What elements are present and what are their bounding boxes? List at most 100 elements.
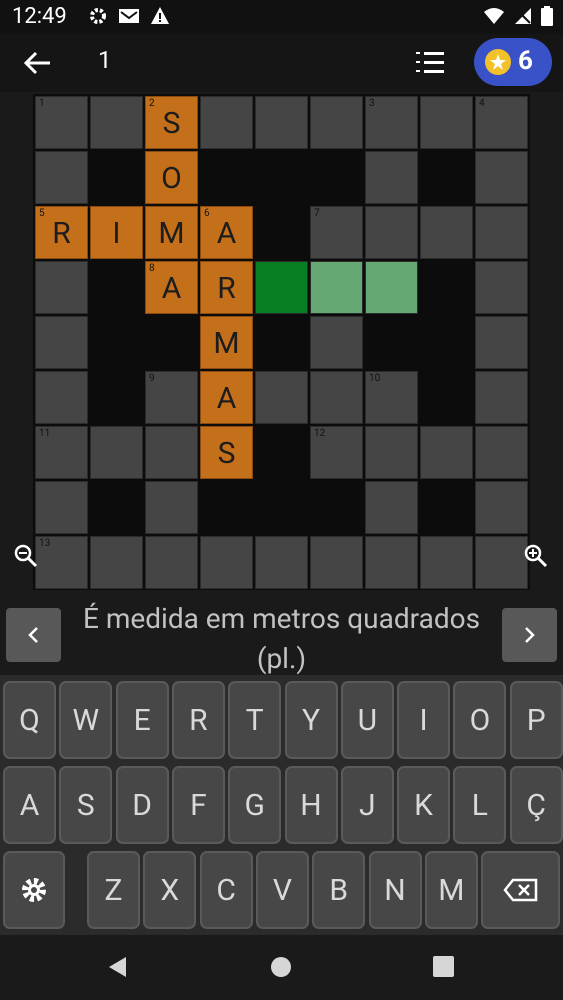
grid-cell[interactable]: A [200, 371, 253, 424]
grid-cell[interactable] [475, 206, 528, 259]
key-ç[interactable]: Ç [509, 766, 563, 844]
grid-cell[interactable] [420, 426, 473, 479]
grid-cell[interactable] [475, 316, 528, 369]
grid-cell[interactable] [90, 426, 143, 479]
previous-clue-button[interactable] [6, 608, 61, 662]
cell-letter: A [216, 381, 237, 416]
grid-cell[interactable]: I [90, 206, 143, 259]
nav-home-icon[interactable] [270, 956, 292, 978]
key-b[interactable]: B [312, 851, 366, 929]
nav-back-icon[interactable] [106, 955, 130, 979]
grid-cell[interactable] [475, 481, 528, 534]
backspace-key[interactable] [481, 851, 560, 929]
grid-cell[interactable] [255, 371, 308, 424]
back-arrow-icon[interactable] [22, 48, 54, 78]
key-w[interactable]: W [59, 681, 113, 759]
key-k[interactable]: K [397, 766, 451, 844]
key-l[interactable]: L [453, 766, 507, 844]
grid-cell[interactable]: O [145, 151, 198, 204]
key-v[interactable]: V [255, 851, 309, 929]
grid-cell[interactable] [90, 536, 143, 589]
grid-cell[interactable] [310, 536, 363, 589]
key-r[interactable]: R [171, 681, 225, 759]
key-d[interactable]: D [115, 766, 169, 844]
grid-cell[interactable]: 2S [145, 96, 198, 149]
key-f[interactable]: F [171, 766, 225, 844]
grid-cell[interactable]: R [200, 261, 253, 314]
grid-cell[interactable] [35, 481, 88, 534]
grid-cell[interactable]: 10 [365, 371, 418, 424]
key-z[interactable]: Z [87, 851, 140, 929]
key-u[interactable]: U [340, 681, 394, 759]
grid-cell[interactable] [420, 536, 473, 589]
grid-cell[interactable] [475, 151, 528, 204]
key-a[interactable]: A [3, 766, 56, 844]
grid-cell[interactable]: 7 [310, 206, 363, 259]
key-i[interactable]: I [397, 681, 451, 759]
grid-cell[interactable] [475, 261, 528, 314]
grid-cell[interactable] [420, 96, 473, 149]
key-n[interactable]: N [368, 851, 422, 929]
grid-cell[interactable] [145, 536, 198, 589]
key-q[interactable]: Q [3, 681, 56, 759]
grid-cell[interactable] [35, 316, 88, 369]
grid-cell[interactable]: 12 [310, 426, 363, 479]
grid-cell[interactable]: S [200, 426, 253, 479]
settings-key[interactable] [3, 851, 65, 929]
grid-cell[interactable] [255, 536, 308, 589]
grid-cell[interactable] [35, 151, 88, 204]
grid-cell[interactable] [200, 96, 253, 149]
grid-cell[interactable] [475, 371, 528, 424]
grid-cell[interactable] [310, 371, 363, 424]
grid-cell[interactable] [90, 96, 143, 149]
grid-cell[interactable]: 8A [145, 261, 198, 314]
grid-cell[interactable]: 6A [200, 206, 253, 259]
grid-cell[interactable] [365, 481, 418, 534]
grid-cell[interactable] [365, 206, 418, 259]
grid-cell[interactable]: 3 [365, 96, 418, 149]
clue-list-icon[interactable] [414, 48, 446, 78]
grid-cell[interactable] [255, 96, 308, 149]
key-c[interactable]: C [199, 851, 253, 929]
key-o[interactable]: O [453, 681, 507, 759]
key-m[interactable]: M [424, 851, 478, 929]
grid-cell[interactable]: 4 [475, 96, 528, 149]
grid-cell[interactable] [145, 426, 198, 479]
grid-cell[interactable]: 11 [35, 426, 88, 479]
nav-recents-icon[interactable] [433, 956, 454, 977]
grid-cell[interactable]: 5R [35, 206, 88, 259]
grid-cell[interactable]: 9 [145, 371, 198, 424]
grid-cell[interactable] [35, 261, 88, 314]
grid-cell[interactable]: 1 [35, 96, 88, 149]
key-t[interactable]: T [228, 681, 282, 759]
grid-cell[interactable] [365, 426, 418, 479]
grid-cell[interactable]: M [145, 206, 198, 259]
key-x[interactable]: X [143, 851, 197, 929]
grid-cell[interactable] [310, 316, 363, 369]
grid-cell[interactable] [255, 261, 308, 314]
zoom-in-icon[interactable] [523, 543, 549, 569]
grid-cell[interactable] [365, 261, 418, 314]
grid-cell[interactable] [475, 426, 528, 479]
grid-cell[interactable] [310, 96, 363, 149]
grid-cell[interactable] [35, 371, 88, 424]
key-s[interactable]: S [59, 766, 113, 844]
coin-badge[interactable]: 6 [474, 38, 552, 86]
grid-cell[interactable] [145, 481, 198, 534]
next-clue-button[interactable] [502, 608, 557, 662]
grid-cell[interactable]: M [200, 316, 253, 369]
key-g[interactable]: G [228, 766, 282, 844]
key-p[interactable]: P [509, 681, 563, 759]
grid-cell[interactable] [200, 536, 253, 589]
key-e[interactable]: E [115, 681, 169, 759]
key-h[interactable]: H [284, 766, 338, 844]
zoom-out-icon[interactable] [13, 543, 39, 569]
grid-cell[interactable] [365, 151, 418, 204]
grid-cell[interactable] [310, 261, 363, 314]
grid-cell[interactable] [475, 536, 528, 589]
grid-cell[interactable]: 13 [35, 536, 88, 589]
key-j[interactable]: J [340, 766, 394, 844]
grid-cell[interactable] [420, 206, 473, 259]
grid-cell[interactable] [365, 536, 418, 589]
key-y[interactable]: Y [284, 681, 338, 759]
